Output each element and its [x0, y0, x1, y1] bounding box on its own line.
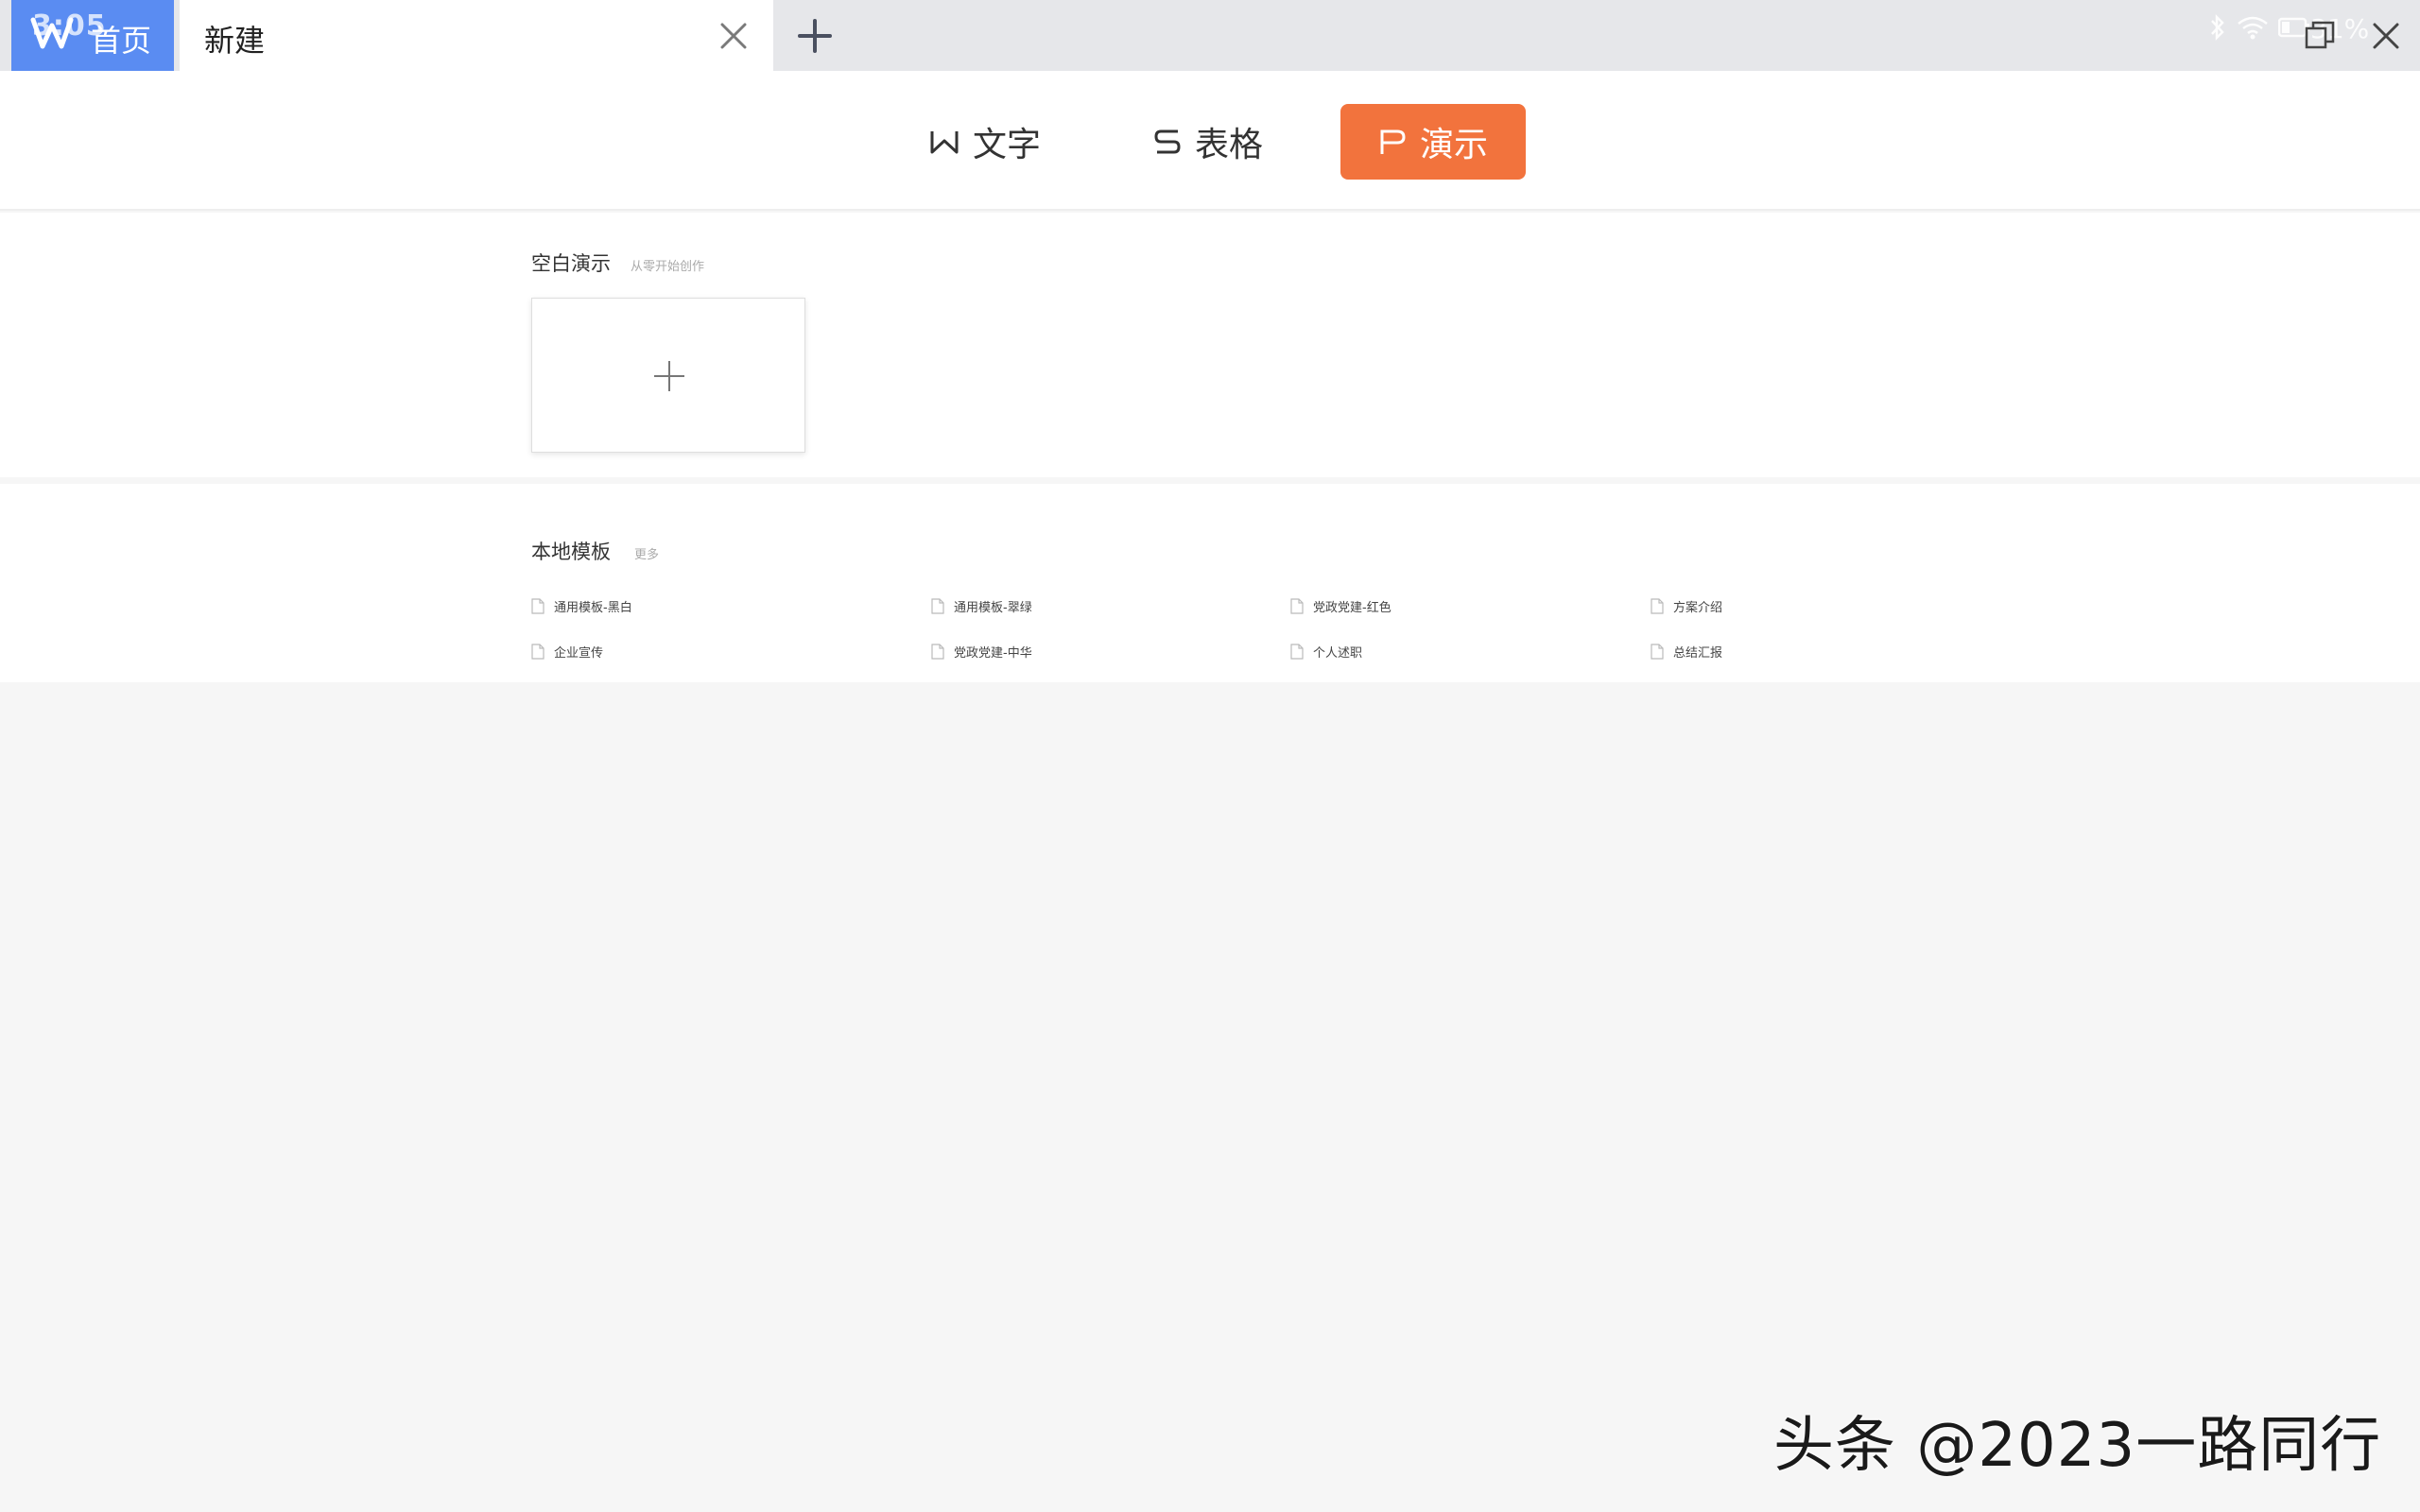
window-restore-icon[interactable]	[2303, 19, 2337, 53]
template-item-label: 通用模板-翠绿	[954, 601, 1032, 615]
tab-new-document[interactable]: 新建	[180, 0, 773, 71]
template-item[interactable]: 党政党建-红色	[1290, 597, 1392, 615]
document-file-icon	[1290, 598, 1304, 614]
writer-w-icon	[930, 131, 959, 154]
template-item-label: 企业宣传	[554, 646, 604, 661]
template-item[interactable]: 企业宣传	[531, 643, 603, 661]
document-type-switcher: 文字 表格 演示	[0, 71, 2420, 211]
template-item[interactable]: 通用模板-翠绿	[931, 597, 1032, 615]
presentation-p-icon	[1380, 129, 1406, 154]
create-blank-presentation-card[interactable]	[531, 298, 805, 453]
blank-section-subtitle: 从零开始创作	[631, 260, 705, 274]
tab-writer-label: 文字	[972, 126, 1041, 164]
template-item[interactable]: 个人述职	[1290, 643, 1362, 661]
blank-presentation-section: 空白演示 从零开始创作	[0, 213, 2420, 477]
template-item-label: 总结汇报	[1673, 646, 1723, 661]
document-file-icon	[531, 644, 544, 660]
document-file-icon	[931, 598, 944, 614]
tab-presentation[interactable]: 演示	[1340, 104, 1526, 180]
template-item[interactable]: 总结汇报	[1651, 643, 1722, 661]
template-item-label: 方案介绍	[1673, 601, 1723, 615]
home-tab[interactable]: 3:05 首页	[11, 0, 174, 71]
templates-section-title: 本地模板	[531, 541, 611, 563]
template-item[interactable]: 通用模板-黑白	[531, 597, 632, 615]
local-templates-section: 本地模板 更多 通用模板-黑白 通用模板-翠绿 党政党建-红色 方案介绍 企业宣…	[0, 484, 2420, 682]
template-item[interactable]: 方案介绍	[1651, 597, 1722, 615]
tab-spreadsheet-label: 表格	[1194, 126, 1263, 164]
tab-spreadsheet[interactable]: 表格	[1115, 104, 1301, 180]
tab-presentation-label: 演示	[1419, 126, 1488, 164]
template-item-label: 通用模板-黑白	[554, 601, 632, 615]
document-file-icon	[931, 644, 944, 660]
document-file-icon	[1651, 644, 1664, 660]
tab-bar: 3:05 首页 新建 31%	[0, 0, 2420, 71]
blank-section-title: 空白演示	[531, 252, 611, 275]
template-item-label: 个人述职	[1313, 646, 1363, 661]
plus-icon	[654, 361, 684, 391]
home-tab-label: 首页	[91, 23, 152, 59]
window-close-icon[interactable]	[2369, 19, 2403, 53]
template-item-label: 党政党建-中华	[954, 646, 1032, 661]
document-file-icon	[1290, 644, 1304, 660]
tab-writer[interactable]: 文字	[892, 104, 1078, 180]
close-tab-icon[interactable]	[715, 17, 752, 55]
bluetooth-icon	[2211, 13, 2224, 42]
spreadsheet-s-icon	[1154, 129, 1181, 154]
template-item[interactable]: 党政党建-中华	[931, 643, 1032, 661]
document-file-icon	[531, 598, 544, 614]
watermark-text: 头条 @2023一路同行	[1773, 1411, 2382, 1481]
new-tab-plus-icon[interactable]	[794, 15, 836, 57]
templates-more-link[interactable]: 更多	[634, 544, 659, 562]
template-item-label: 党政党建-红色	[1313, 601, 1392, 615]
wifi-icon	[2238, 16, 2268, 40]
document-file-icon	[1651, 598, 1664, 614]
tab-new-document-label: 新建	[204, 23, 266, 59]
